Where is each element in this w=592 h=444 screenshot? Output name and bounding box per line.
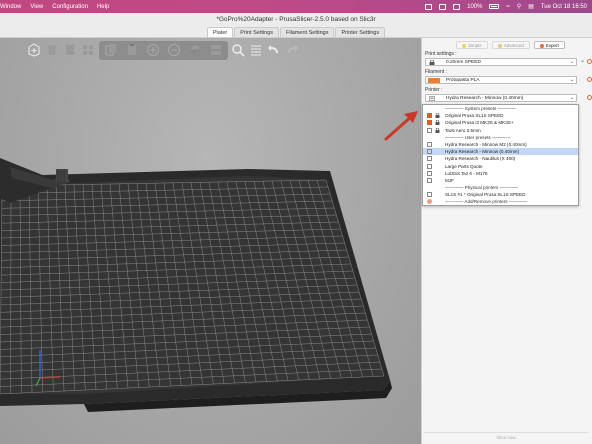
gear-icon[interactable] (587, 59, 592, 64)
mode-expert-button[interactable]: Expert (533, 41, 565, 49)
print-bed-scene (0, 158, 392, 412)
filament-label: Filament : (425, 69, 447, 75)
filament-color-swatch (428, 78, 440, 83)
dropbox-icon[interactable] (453, 3, 461, 10)
mode-simple-button[interactable]: Simple (456, 41, 488, 49)
printer-icon (427, 156, 432, 162)
list-item[interactable]: Large Parts Quote (423, 163, 578, 170)
menu-window[interactable]: Window (0, 4, 21, 10)
lock-icon[interactable] (439, 3, 447, 10)
chevron-down-icon: ⌄ (569, 95, 574, 101)
control-center-icon[interactable]: ▤ (528, 3, 534, 10)
list-item[interactable]: Lulzbot Taz 6 - M175 (423, 170, 578, 177)
menu-help[interactable]: Help (97, 4, 109, 10)
list-item[interactable]: Original Prusa SL1S SPEED (423, 112, 578, 119)
list-item-selected[interactable]: Hydra Research - Minnow (0.40mm) (423, 148, 578, 156)
printer-value: Hydra Research - Minnow (0.40mm) (446, 96, 524, 101)
printer-icon (427, 170, 432, 176)
list-item[interactable]: MJF (423, 177, 578, 184)
paste-icon[interactable] (123, 42, 141, 59)
macos-menubar: Window View Configuration Help 100% ≈ ⚲ … (0, 0, 592, 13)
print-settings-combo[interactable]: 0.20mm SPEED ⌄ (425, 58, 577, 66)
copy-icon[interactable] (102, 42, 120, 59)
redo-icon[interactable] (284, 42, 299, 59)
list-separator: ———— Physical printers ———— (445, 185, 519, 191)
split-objects-icon[interactable] (186, 42, 204, 59)
lock-icon (435, 113, 440, 119)
undo-icon[interactable] (266, 42, 281, 59)
mode-switch: Simple Advanced Expert (456, 41, 565, 49)
printer-combo[interactable]: Hydra Research - Minnow (0.40mm) ⌄ (425, 94, 577, 102)
add-instance-icon[interactable] (144, 42, 162, 59)
chevron-down-icon[interactable]: ⌄ (580, 57, 585, 64)
gear-icon[interactable] (587, 95, 592, 100)
tab-plater[interactable]: Plater (206, 27, 234, 37)
gear-icon[interactable] (587, 77, 592, 82)
chevron-down-icon: ⌄ (569, 77, 574, 83)
mode-advanced-button[interactable]: Advanced (491, 41, 530, 49)
printer-dropdown-list: ———— System presets ———— Original Prusa … (422, 104, 579, 206)
print-settings-value: 0.20mm SPEED (446, 60, 481, 65)
printer-icon (427, 127, 432, 133)
printer-icon (427, 141, 432, 147)
list-separator: ———— User presets ———— (445, 134, 511, 140)
search-spotlight-icon[interactable]: ⚲ (517, 3, 521, 10)
3d-viewport[interactable] (0, 38, 421, 444)
lock-icon (435, 120, 440, 126)
printer-icon (427, 177, 432, 183)
menu-configuration[interactable]: Configuration (52, 4, 88, 10)
list-separator: ———— System presets ———— (445, 106, 516, 111)
search-icon[interactable] (231, 42, 246, 59)
status-area: 100% ≈ ⚲ ▤ Tue Oct 18 16:50 (425, 0, 587, 13)
menu-view[interactable]: View (30, 4, 43, 10)
tab-bar: Plater Print Settings Filament Settings … (0, 27, 592, 38)
printer-label: Printer : (425, 87, 443, 93)
print-settings-label: Print settings : (425, 51, 457, 57)
chevron-down-icon: ⌄ (569, 59, 574, 65)
add-icon[interactable] (27, 42, 42, 59)
filament-value: Protopasta PLA (446, 78, 480, 83)
filament-combo[interactable]: Protopasta PLA ⌄ (425, 76, 577, 84)
tab-printer-settings[interactable]: Printer Settings (335, 27, 386, 37)
screen-icon[interactable] (425, 3, 433, 10)
window-title: *GoPro%20Adapter - PrusaSlicer-2.5.0 bas… (0, 13, 592, 27)
printer-icon (427, 149, 432, 155)
prusa-icon (427, 120, 432, 126)
split-parts-icon[interactable] (207, 42, 225, 59)
toolbar-edit-group (98, 40, 228, 60)
list-item[interactable]: Taz6 Aero 0.5mm (423, 127, 578, 134)
list-item[interactable]: Hydra Research - Minnow M2 (0.40mm) (423, 141, 578, 148)
battery-percent: 100% (467, 3, 483, 10)
remove-instance-icon[interactable] (165, 42, 183, 59)
printer-icon (427, 163, 432, 169)
tab-print-settings[interactable]: Print Settings (234, 27, 279, 37)
settings-sidebar: Simple Advanced Expert Print settings : … (421, 38, 592, 444)
edit-physical-printer-icon (427, 199, 432, 205)
annotation-arrow-icon (384, 111, 418, 141)
printer-icon (429, 96, 435, 101)
plater-toolbar (27, 40, 299, 60)
list-item[interactable]: Original Prusa i3 MK3S & MK3S+ (423, 119, 578, 126)
app-menu: Window View Configuration Help (0, 4, 109, 10)
add-remove-printers[interactable]: ———— Add/Remove printers ———— (423, 198, 578, 205)
prusa-icon (427, 113, 432, 119)
layers-icon[interactable] (248, 42, 263, 59)
tab-filament-settings[interactable]: Filament Settings (279, 27, 335, 37)
lock-icon (435, 127, 440, 133)
slice-now-button[interactable]: Slice now (424, 432, 588, 441)
physical-printer-icon (427, 192, 432, 198)
clock[interactable]: Tue Oct 18 16:50 (541, 4, 587, 10)
arrange-icon[interactable] (81, 42, 96, 59)
delete-all-icon[interactable] (63, 42, 78, 59)
wifi-icon[interactable]: ≈ (506, 4, 509, 10)
list-item[interactable]: SL1S #1 * Original Prusa SL1S SPEED (423, 191, 578, 198)
battery-icon[interactable] (489, 4, 500, 9)
delete-icon[interactable] (45, 42, 60, 59)
lock-icon (429, 60, 435, 65)
list-item[interactable]: Hydra Research - Nautilus (X 400) (423, 155, 578, 162)
